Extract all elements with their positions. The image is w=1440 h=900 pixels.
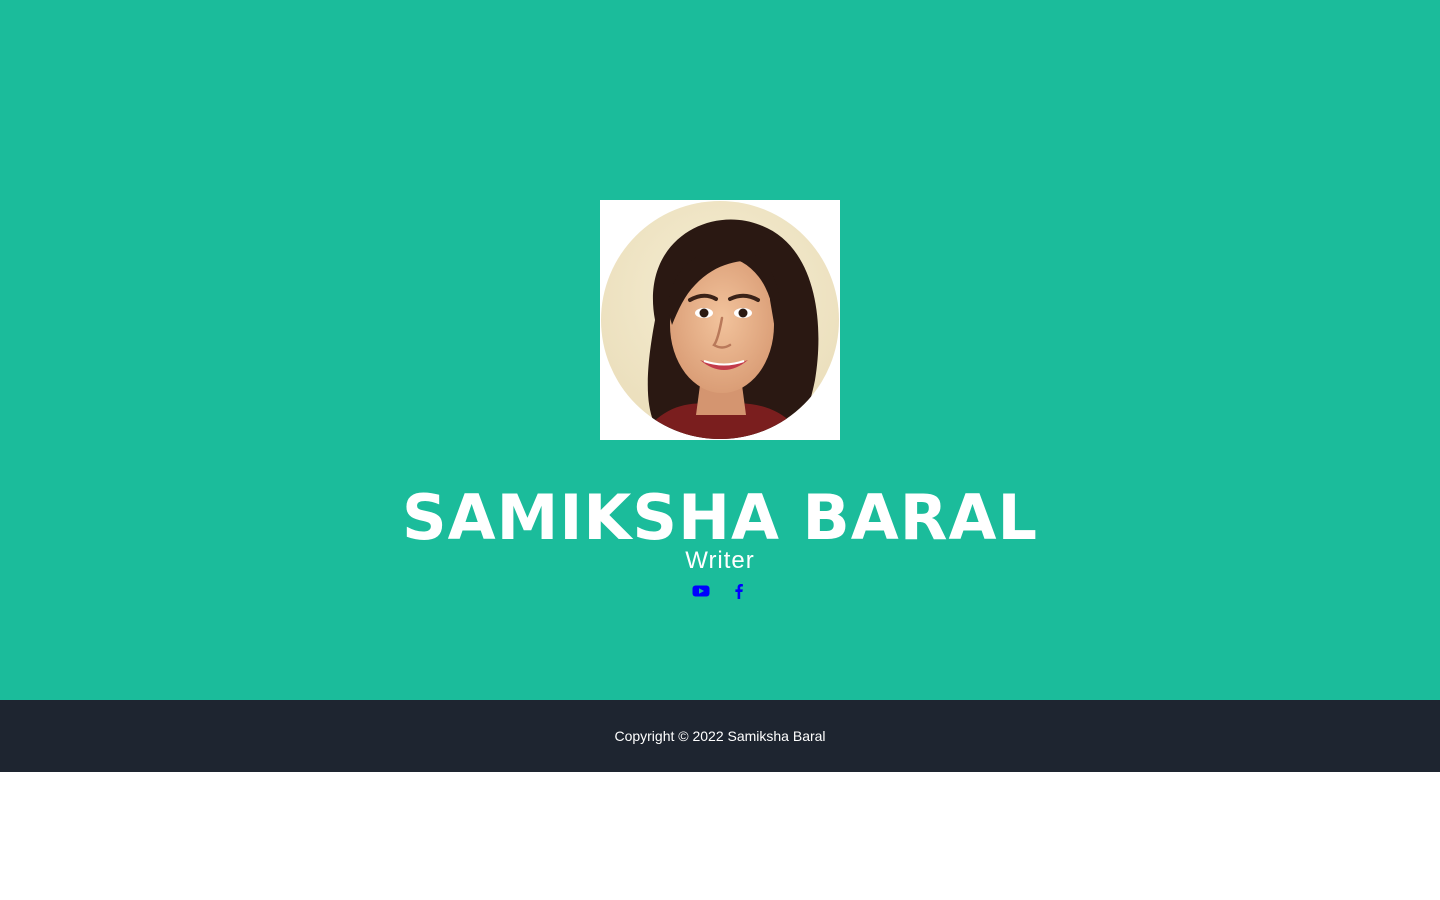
copyright-text: Copyright © 2022 Samiksha Baral bbox=[614, 728, 826, 744]
facebook-icon bbox=[735, 584, 743, 599]
avatar bbox=[600, 200, 840, 440]
facebook-link[interactable] bbox=[730, 582, 748, 600]
footer: Copyright © 2022 Samiksha Baral bbox=[0, 700, 1440, 772]
youtube-link[interactable] bbox=[692, 582, 710, 600]
profile-role: Writer bbox=[685, 547, 755, 574]
hero-section: SAMIKSHA BARAL Writer bbox=[0, 0, 1440, 700]
social-links bbox=[0, 582, 1440, 600]
youtube-icon bbox=[692, 585, 710, 597]
profile-photo bbox=[600, 200, 840, 440]
